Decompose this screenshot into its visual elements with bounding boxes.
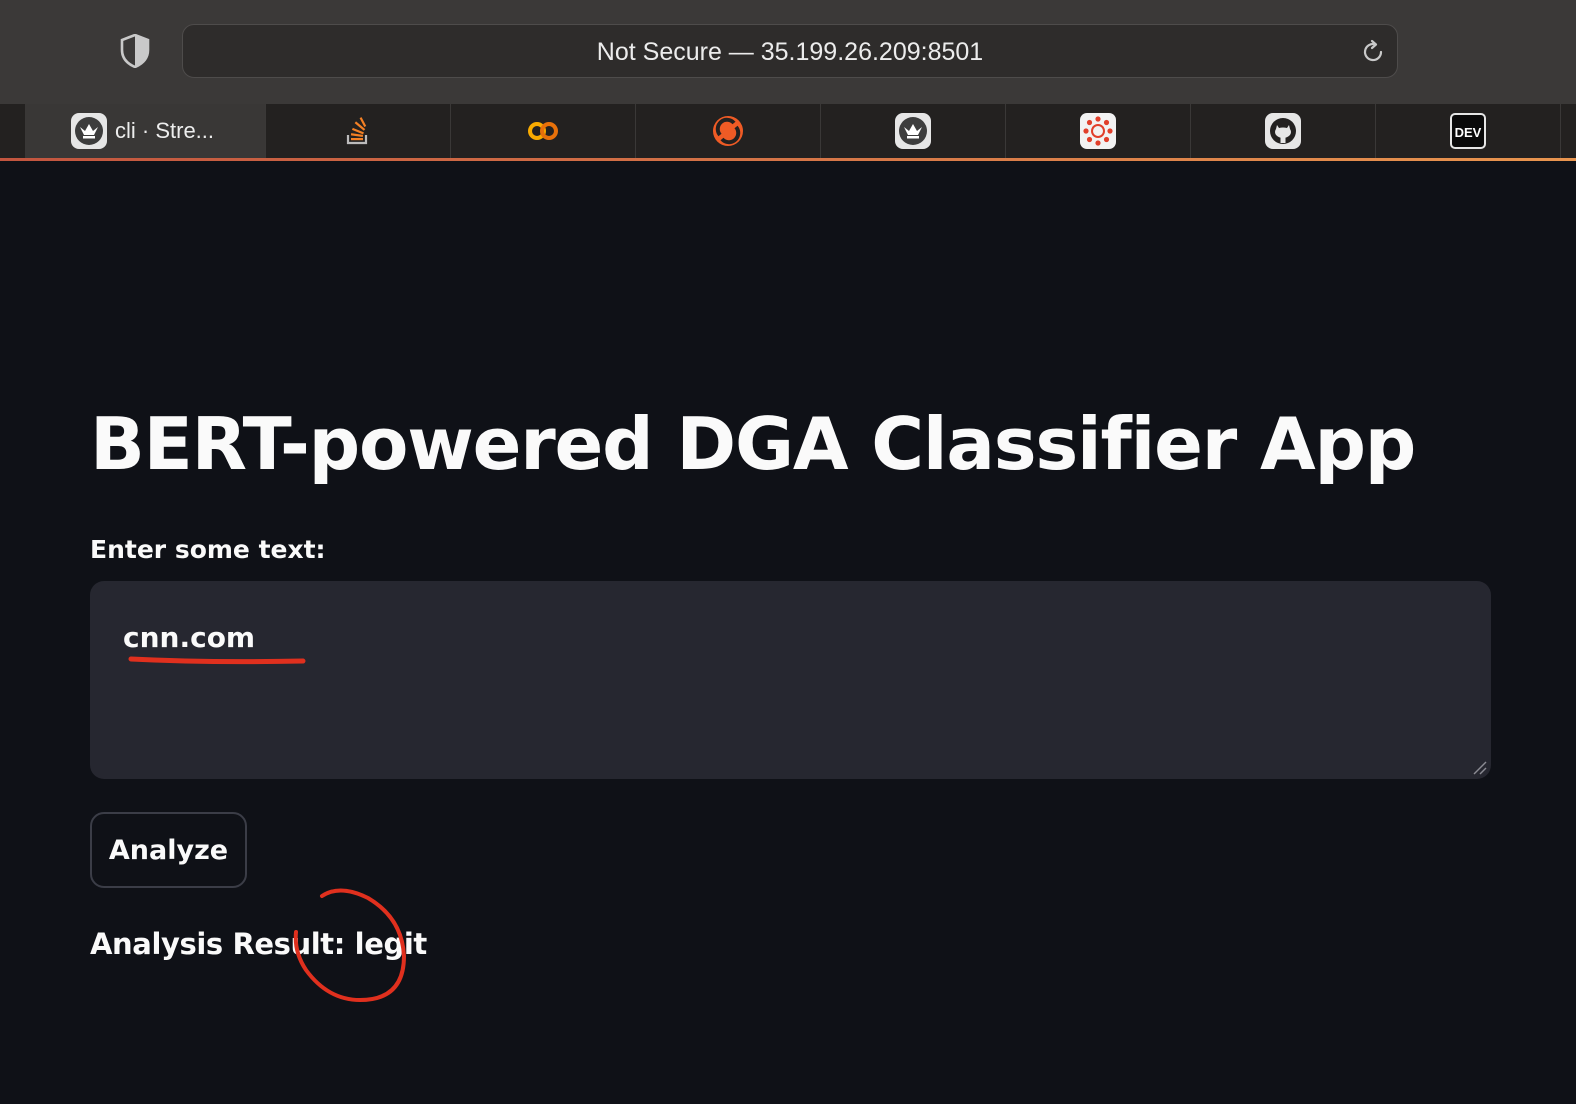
tab-colab[interactable] [451, 104, 636, 158]
tab-dev[interactable]: DEV [1376, 104, 1561, 158]
address-bar[interactable]: Not Secure — 35.199.26.209:8501 [182, 24, 1398, 78]
tab-title: cli · Stre... [115, 118, 215, 143]
analysis-result: Analysis Result: legit [90, 927, 427, 961]
text-input[interactable]: cnn.com [90, 581, 1491, 779]
stackoverflow-icon [346, 117, 368, 145]
tab-github[interactable] [1191, 104, 1376, 158]
url-text: Not Secure — 35.199.26.209:8501 [596, 38, 984, 66]
tab-canvas[interactable] [1006, 104, 1191, 158]
shield-icon[interactable] [120, 34, 150, 68]
resize-handle-icon[interactable] [1471, 759, 1487, 775]
analyze-button[interactable]: Analyze [90, 812, 247, 888]
postman-icon [713, 116, 743, 146]
tab-streamlit-active[interactable]: cli · Stre... [25, 104, 266, 158]
streamlit-icon [895, 113, 931, 149]
text-input-value[interactable]: cnn.com [123, 620, 255, 656]
page-title: BERT-powered DGA Classifier App [90, 402, 1416, 486]
colab-icon [528, 122, 558, 140]
tab-streamlit[interactable] [821, 104, 1006, 158]
dev-icon-text: DEV [1455, 125, 1482, 140]
canvas-icon [1080, 113, 1116, 149]
tab-stackoverflow[interactable] [266, 104, 451, 158]
tab-postman[interactable] [636, 104, 821, 158]
streamlit-icon [71, 113, 107, 149]
github-icon [1265, 113, 1301, 149]
browser-toolbar: Not Secure — 35.199.26.209:8501 [0, 0, 1576, 104]
dev-icon: DEV [1450, 113, 1486, 149]
input-label: Enter some text: [90, 535, 326, 564]
tab-accent-line [0, 158, 1576, 161]
reload-icon[interactable] [1359, 38, 1387, 66]
